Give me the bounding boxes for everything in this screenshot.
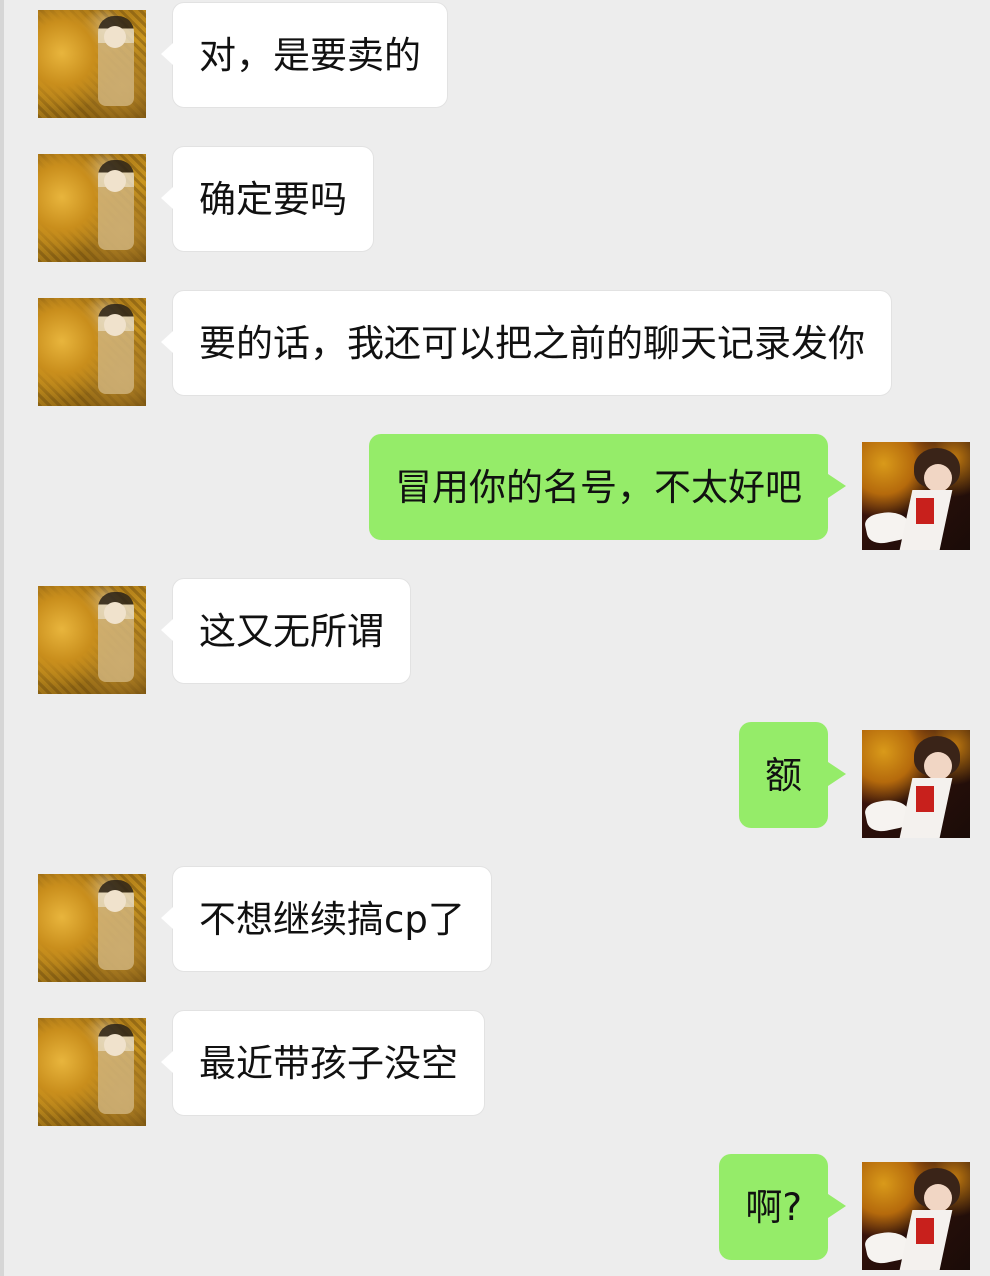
- avatar-face: [104, 890, 126, 912]
- message-row-incoming: 最近带孩子没空: [0, 1008, 990, 1126]
- contact-avatar[interactable]: [38, 10, 146, 118]
- message-text: 确定要吗: [199, 177, 347, 221]
- outgoing-message-bubble[interactable]: 额: [739, 722, 846, 828]
- self-avatar[interactable]: [862, 442, 970, 550]
- self-avatar[interactable]: [862, 730, 970, 838]
- incoming-message-bubble[interactable]: 不想继续搞cp了: [161, 866, 492, 972]
- message-text: 啊?: [745, 1185, 802, 1229]
- avatar-face: [104, 170, 126, 192]
- contact-avatar[interactable]: [38, 874, 146, 982]
- message-text: 冒用你的名号，不太好吧: [395, 465, 802, 509]
- avatar-face: [104, 1034, 126, 1056]
- avatar-ribbon: [916, 498, 934, 524]
- avatar-face: [104, 602, 126, 624]
- message-row-incoming: 确定要吗: [0, 144, 990, 262]
- outgoing-message-bubble[interactable]: 冒用你的名号，不太好吧: [369, 434, 846, 540]
- contact-avatar[interactable]: [38, 154, 146, 262]
- message-text: 这又无所谓: [199, 609, 384, 653]
- message-text: 最近带孩子没空: [199, 1041, 458, 1085]
- contact-avatar[interactable]: [38, 586, 146, 694]
- message-text: 不想继续搞cp了: [199, 897, 465, 941]
- message-row-incoming: 不想继续搞cp了: [0, 864, 990, 982]
- message-row-outgoing: 冒用你的名号，不太好吧: [0, 432, 990, 550]
- contact-avatar[interactable]: [38, 298, 146, 406]
- avatar-face: [924, 752, 952, 780]
- avatar-face: [104, 26, 126, 48]
- incoming-message-bubble[interactable]: 确定要吗: [161, 146, 374, 252]
- incoming-message-bubble[interactable]: 对，是要卖的: [161, 2, 448, 108]
- message-row-outgoing: 啊?: [0, 1152, 990, 1270]
- message-row-incoming: 对，是要卖的: [0, 0, 990, 118]
- avatar-face: [924, 1184, 952, 1212]
- contact-avatar[interactable]: [38, 1018, 146, 1126]
- avatar-face: [104, 314, 126, 336]
- incoming-message-bubble[interactable]: 这又无所谓: [161, 578, 411, 684]
- message-row-incoming: 要的话，我还可以把之前的聊天记录发你: [0, 288, 990, 406]
- message-text: 要的话，我还可以把之前的聊天记录发你: [199, 321, 865, 365]
- message-row-incoming: 这又无所谓: [0, 576, 990, 694]
- message-text: 对，是要卖的: [199, 33, 421, 77]
- outgoing-message-bubble[interactable]: 啊?: [719, 1154, 846, 1260]
- incoming-message-bubble[interactable]: 要的话，我还可以把之前的聊天记录发你: [161, 290, 892, 396]
- avatar-ribbon: [916, 1218, 934, 1244]
- message-row-outgoing: 额: [0, 720, 990, 838]
- avatar-ribbon: [916, 786, 934, 812]
- avatar-face: [924, 464, 952, 492]
- message-text: 额: [765, 753, 802, 797]
- incoming-message-bubble[interactable]: 最近带孩子没空: [161, 1010, 485, 1116]
- self-avatar[interactable]: [862, 1162, 970, 1270]
